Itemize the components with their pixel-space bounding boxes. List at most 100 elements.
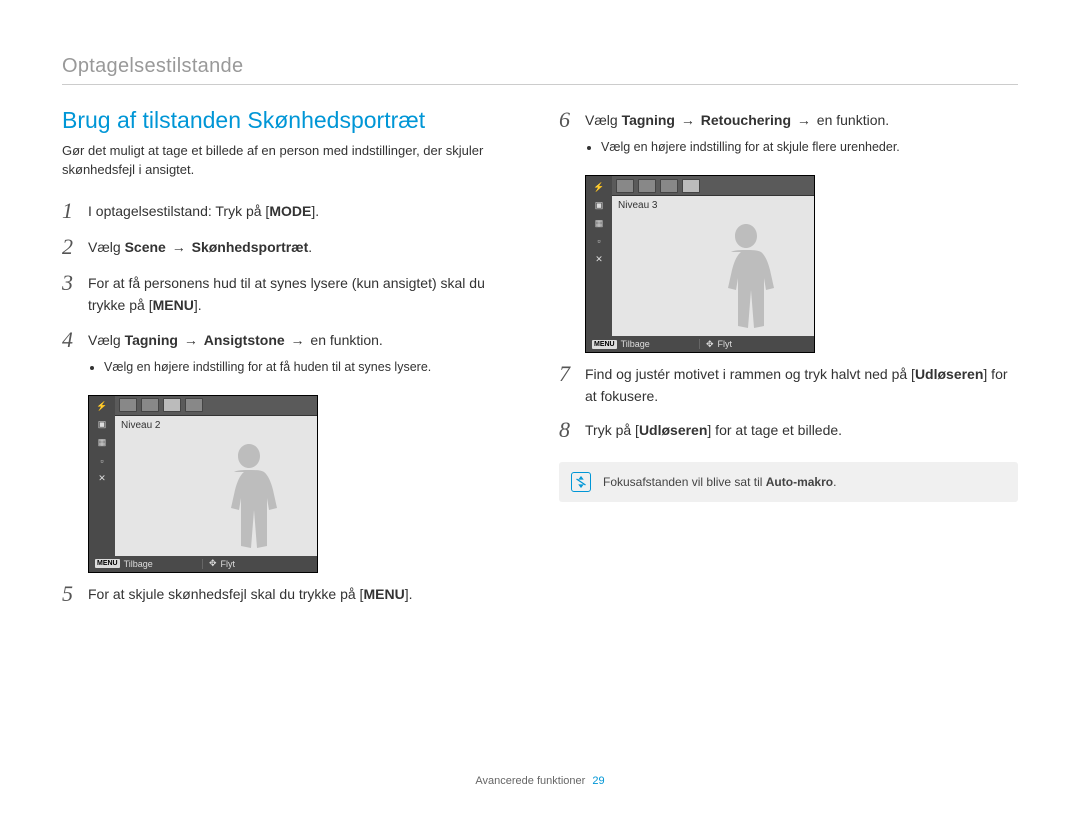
- note-text: .: [833, 475, 836, 489]
- nav-icon: ✥: [706, 339, 714, 350]
- note-bold: Auto-makro: [766, 475, 833, 489]
- grid-icon: ▦: [89, 434, 115, 452]
- step-text: I optagelsestilstand: Tryk på [: [88, 203, 269, 219]
- option-thumb: [141, 398, 159, 412]
- shutter-button-ref: Udløseren: [639, 422, 707, 438]
- left-column: Brug af tilstanden Skønhedsportræt Gør d…: [62, 107, 521, 617]
- flash-icon: ⚡: [586, 178, 612, 196]
- option-thumb: [185, 398, 203, 412]
- off-icon: ✕: [586, 250, 612, 268]
- step-text: Vælg: [88, 332, 125, 348]
- move-label: Flyt: [718, 339, 733, 349]
- menu-path-item: Tagning: [622, 112, 675, 128]
- footer-text: Avancerede funktioner: [475, 775, 585, 787]
- menu-button-ref: MENU: [153, 297, 194, 313]
- back-label: Tilbage: [621, 339, 650, 349]
- main-title: Brug af tilstanden Skønhedsportræt: [62, 107, 521, 134]
- page-number: 29: [592, 775, 604, 787]
- person-silhouette: [706, 216, 786, 336]
- step-text: .: [308, 239, 312, 255]
- step-number: 4: [62, 327, 88, 353]
- nav-icon: ✥: [209, 558, 217, 569]
- menu-path-item: Retouchering: [701, 112, 791, 128]
- step-bullet: Vælg en højere indstilling for at skjule…: [601, 138, 1018, 157]
- arrow-icon: →: [795, 112, 813, 128]
- step-text: ].: [311, 203, 319, 219]
- flash-icon: ⚡: [89, 398, 115, 416]
- step-text: Vælg: [88, 239, 125, 255]
- off-icon: ✕: [89, 470, 115, 488]
- menu-path-item: Scene: [125, 239, 166, 255]
- option-thumb: [616, 179, 634, 193]
- section-header: Optagelsestilstande: [62, 55, 1018, 85]
- shutter-button-ref: Udløseren: [915, 366, 983, 382]
- intro-text: Gør det muligt at tage et billede af en …: [62, 142, 521, 180]
- dot-icon: ▫: [89, 452, 115, 470]
- arrow-icon: →: [289, 332, 307, 348]
- focus-icon: ▣: [89, 416, 115, 434]
- menu-key-icon: MENU: [592, 340, 617, 349]
- option-thumb-selected: [682, 179, 700, 193]
- step-text: ].: [405, 586, 413, 602]
- step-5: 5 For at skjule skønhedsfejl skal du try…: [62, 581, 521, 607]
- dot-icon: ▫: [586, 232, 612, 250]
- focus-icon: ▣: [586, 196, 612, 214]
- camera-topbar: [612, 176, 814, 196]
- camera-sidebar: ⚡ ▣ ▦ ▫ ✕: [89, 396, 115, 556]
- level-label: Niveau 3: [618, 200, 657, 211]
- step-number: 1: [62, 198, 88, 224]
- note-icon: [571, 472, 591, 492]
- step-bullet: Vælg en højere indstilling for at få hud…: [104, 358, 521, 377]
- option-thumb: [119, 398, 137, 412]
- step-2: 2 Vælg Scene → Skønhedsportræt.: [62, 234, 521, 260]
- step-text: For at få personens hud til at synes lys…: [88, 275, 485, 313]
- mode-button-ref: MODE: [269, 203, 311, 219]
- back-label: Tilbage: [124, 559, 153, 569]
- option-thumb: [660, 179, 678, 193]
- level-label: Niveau 2: [121, 420, 160, 431]
- step-6: 6 Vælg Tagning → Retouchering → en funkt…: [559, 107, 1018, 165]
- step-3: 3 For at få personens hud til at synes l…: [62, 270, 521, 316]
- camera-topbar: [115, 396, 317, 416]
- arrow-icon: →: [182, 332, 200, 348]
- grid-icon: ▦: [586, 214, 612, 232]
- right-column: 6 Vælg Tagning → Retouchering → en funkt…: [559, 107, 1018, 617]
- camera-footer: MENU Tilbage ✥ Flyt: [89, 556, 317, 572]
- camera-screenshot-2: ⚡ ▣ ▦ ▫ ✕ Niveau: [585, 175, 815, 353]
- step-text: en funktion.: [813, 112, 889, 128]
- camera-screenshot-1: ⚡ ▣ ▦ ▫ ✕ Niveau: [88, 395, 318, 573]
- option-thumb-selected: [163, 398, 181, 412]
- menu-key-icon: MENU: [95, 559, 120, 568]
- menu-button-ref: MENU: [363, 586, 404, 602]
- camera-canvas: Niveau 3: [612, 196, 814, 336]
- step-number: 6: [559, 107, 585, 133]
- option-thumb: [638, 179, 656, 193]
- step-number: 5: [62, 581, 88, 607]
- camera-footer: MENU Tilbage ✥ Flyt: [586, 336, 814, 352]
- page-footer: Avancerede funktioner 29: [0, 775, 1080, 787]
- step-number: 8: [559, 417, 585, 443]
- menu-path-item: Skønhedsportræt: [192, 239, 309, 255]
- step-number: 3: [62, 270, 88, 296]
- note-text: Fokusafstanden vil blive sat til: [603, 475, 766, 489]
- person-silhouette: [209, 436, 289, 556]
- camera-sidebar: ⚡ ▣ ▦ ▫ ✕: [586, 176, 612, 336]
- arrow-icon: →: [170, 239, 188, 255]
- step-4: 4 Vælg Tagning → Ansigtstone → en funkti…: [62, 327, 521, 385]
- step-8: 8 Tryk på [Udløseren] for at tage et bil…: [559, 417, 1018, 443]
- camera-canvas: Niveau 2: [115, 416, 317, 556]
- step-text: ].: [194, 297, 202, 313]
- menu-path-item: Ansigtstone: [204, 332, 285, 348]
- step-1: 1 I optagelsestilstand: Tryk på [MODE].: [62, 198, 521, 224]
- step-text: For at skjule skønhedsfejl skal du trykk…: [88, 586, 363, 602]
- note-callout: Fokusafstanden vil blive sat til Auto-ma…: [559, 462, 1018, 502]
- menu-path-item: Tagning: [125, 332, 178, 348]
- move-label: Flyt: [221, 559, 236, 569]
- step-7: 7 Find og justér motivet i rammen og try…: [559, 361, 1018, 407]
- step-number: 2: [62, 234, 88, 260]
- step-text: en funktion.: [307, 332, 383, 348]
- step-text: ] for at tage et billede.: [707, 422, 842, 438]
- arrow-icon: →: [679, 112, 697, 128]
- step-text: Vælg: [585, 112, 622, 128]
- step-text: Find og justér motivet i rammen og tryk …: [585, 366, 915, 382]
